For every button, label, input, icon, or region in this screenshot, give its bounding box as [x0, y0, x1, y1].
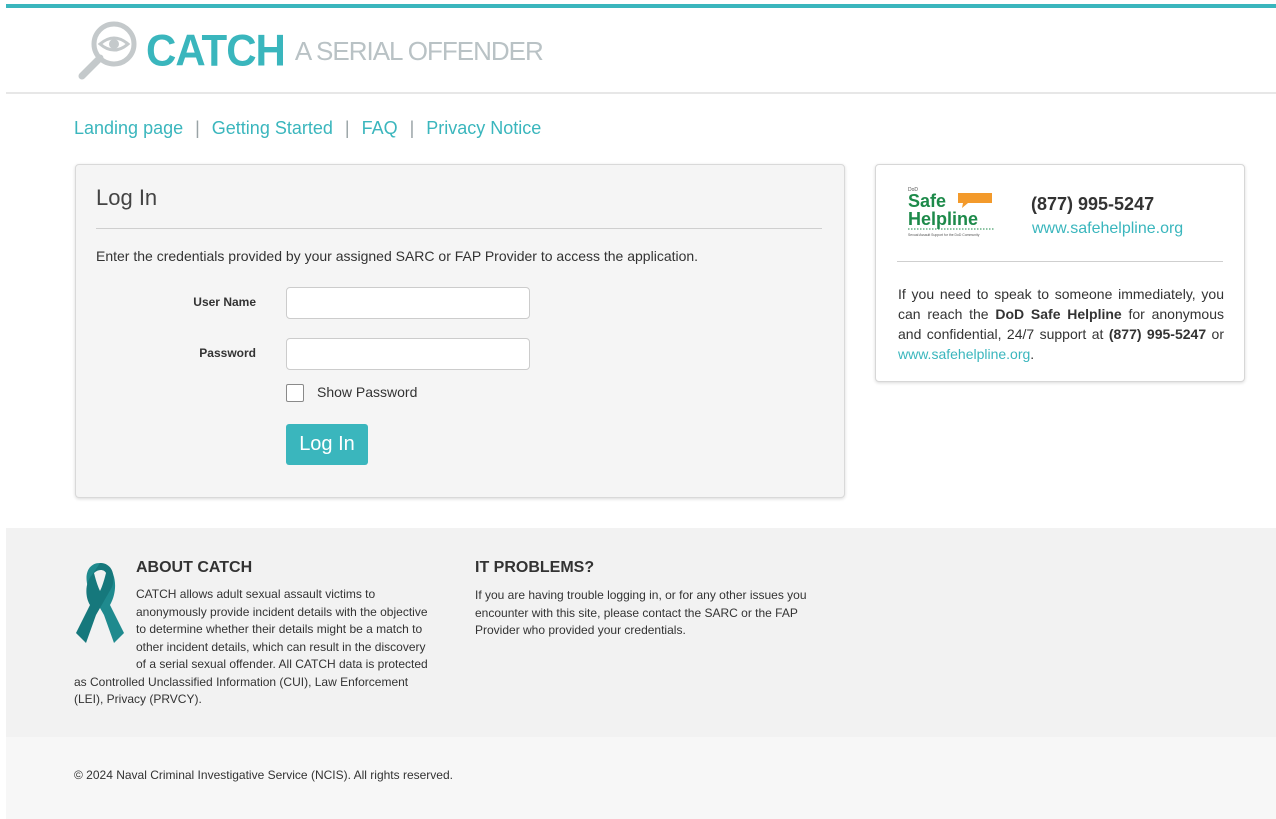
login-title: Log In	[96, 185, 158, 210]
site-header: CATCH A SERIAL OFFENDER	[6, 8, 1276, 94]
about-body: CATCH allows adult sexual assault victim…	[74, 587, 428, 706]
helpline-url-inline-link[interactable]: www.safehelpline.org	[898, 346, 1030, 362]
password-input[interactable]	[286, 338, 530, 370]
logo-safe-text: Safe	[908, 191, 946, 211]
show-password-label[interactable]: Show Password	[317, 384, 417, 400]
divider	[96, 228, 822, 229]
nav-separator: |	[344, 118, 350, 138]
it-problems-body: If you are having trouble logging in, or…	[475, 588, 807, 637]
it-problems-heading: IT PROBLEMS?	[475, 559, 595, 576]
login-instructions: Enter the credentials provided by your a…	[96, 248, 699, 264]
divider	[897, 261, 1223, 262]
login-button[interactable]: Log In	[286, 424, 368, 465]
about-heading: ABOUT CATCH	[136, 559, 253, 576]
safe-helpline-panel: DoD Safe Helpline Sexual Assault Support…	[875, 164, 1245, 382]
logo-helpline-text: Helpline	[908, 209, 978, 229]
speech-bubble-icon	[958, 193, 992, 208]
show-password-checkbox[interactable]	[286, 384, 304, 402]
logo-wordmark: CATCH	[146, 25, 286, 76]
helpline-name: DoD Safe Helpline	[995, 306, 1122, 322]
copyright-bar: © 2024 Naval Criminal Investigative Serv…	[6, 737, 1276, 819]
safe-helpline-logo[interactable]: DoD Safe Helpline Sexual Assault Support…	[906, 185, 996, 241]
helpline-phone: (877) 995-5247	[1031, 194, 1155, 214]
nav-faq[interactable]: FAQ	[362, 118, 398, 139]
top-nav: Landing page | Getting Started | FAQ | P…	[74, 118, 541, 139]
copyright-text: © 2024 Naval Criminal Investigative Serv…	[74, 768, 453, 782]
username-input[interactable]	[286, 287, 530, 319]
info-footer: ABOUT CATCH CATCH allows adult sexual as…	[6, 528, 1276, 737]
nav-separator: |	[409, 118, 415, 138]
nav-getting-started[interactable]: Getting Started	[212, 118, 333, 139]
logo-tagline: A SERIAL OFFENDER	[294, 35, 544, 66]
password-label: Password	[199, 346, 256, 360]
nav-privacy-notice[interactable]: Privacy Notice	[426, 118, 541, 139]
helpline-url-link[interactable]: www.safehelpline.org	[1032, 220, 1183, 238]
helpline-description: If you need to speak to someone immediat…	[898, 286, 1224, 362]
nav-landing-page[interactable]: Landing page	[74, 118, 183, 139]
catch-logo[interactable]: CATCH A SERIAL OFFENDER	[76, 20, 544, 82]
helpline-phone-inline: (877) 995-5247	[1108, 326, 1207, 342]
login-panel: Log In Enter the credentials provided by…	[75, 164, 845, 498]
nav-separator: |	[195, 118, 200, 138]
magnifier-eye-icon	[78, 21, 137, 80]
username-label: User Name	[193, 295, 256, 309]
logo-subtitle-text: Sexual Assault Support for the DoD Commu…	[908, 233, 980, 237]
